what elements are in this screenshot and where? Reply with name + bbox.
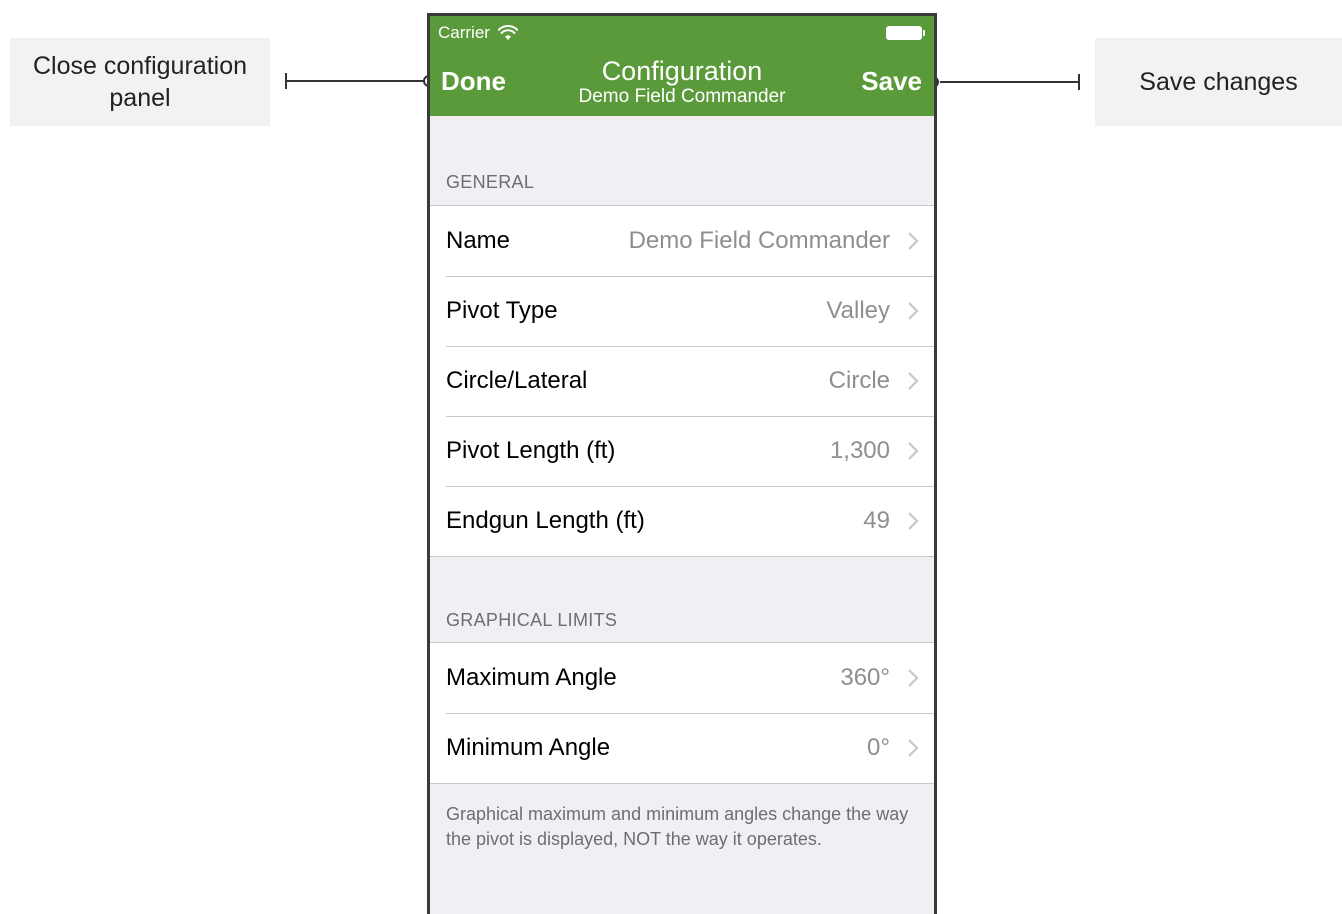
setting-row-endgun-length[interactable]: Endgun Length (ft) 49: [430, 486, 934, 556]
setting-value: 360°: [840, 664, 890, 691]
carrier-info: Carrier: [438, 23, 518, 43]
setting-label: Pivot Type: [446, 297, 558, 324]
section-header-general: GENERAL: [446, 172, 535, 192]
carrier-label: Carrier: [438, 23, 490, 42]
chevron-right-icon: [908, 739, 919, 757]
setting-row-circle-lateral[interactable]: Circle/Lateral Circle: [430, 346, 934, 416]
setting-value: Circle: [828, 367, 890, 394]
chevron-right-icon: [908, 512, 919, 530]
setting-row-minimum-angle[interactable]: Minimum Angle 0°: [430, 713, 934, 783]
wifi-icon: [497, 25, 518, 40]
done-annotation-text: Close configuration panel: [32, 52, 247, 112]
graphical-limits-group: Maximum Angle 360° Minimum Angle 0°: [430, 642, 934, 784]
chevron-right-icon: [908, 669, 919, 687]
chevron-right-icon: [908, 302, 919, 320]
page-subtitle: Demo Field Commander: [578, 86, 786, 107]
setting-row-pivot-type[interactable]: Pivot Type Valley: [430, 276, 934, 346]
save-button[interactable]: Save: [861, 66, 922, 97]
section-header-graphical-limits: GRAPHICAL LIMITS: [446, 610, 618, 630]
setting-value: Demo Field Commander: [628, 227, 890, 254]
setting-value: 49: [863, 507, 890, 534]
battery-level: [886, 26, 922, 40]
save-annotation-callout: Save changes: [1095, 38, 1342, 126]
setting-label: Endgun Length (ft): [446, 507, 645, 534]
general-settings-group: Name Demo Field Commander Pivot Type Val…: [430, 205, 934, 557]
setting-row-name[interactable]: Name Demo Field Commander: [430, 206, 934, 276]
setting-label: Maximum Angle: [446, 664, 617, 691]
chevron-right-icon: [908, 232, 919, 250]
setting-value: Valley: [826, 297, 890, 324]
setting-label: Circle/Lateral: [446, 367, 588, 394]
battery-icon: [886, 25, 926, 41]
setting-row-pivot-length[interactable]: Pivot Length (ft) 1,300: [430, 416, 934, 486]
setting-label: Name: [446, 227, 511, 254]
phone-screen: Carrier Done Configuration Demo Field Co…: [427, 13, 937, 914]
setting-row-maximum-angle[interactable]: Maximum Angle 360°: [430, 643, 934, 713]
done-annotation-leader: [285, 80, 424, 82]
save-annotation-text: Save changes: [1139, 68, 1298, 96]
screenshot-stage: Close configuration panel Save changes C…: [0, 0, 1342, 914]
chevron-right-icon: [908, 372, 919, 390]
chevron-right-icon: [908, 442, 919, 460]
page-title: Configuration: [601, 56, 763, 86]
save-annotation-leader-end: [1078, 74, 1080, 90]
save-annotation-leader: [940, 81, 1080, 83]
battery-tip: [923, 30, 925, 36]
graphical-limits-footer-note: Graphical maximum and minimum angles cha…: [446, 804, 909, 849]
setting-label: Minimum Angle: [446, 734, 611, 761]
setting-label: Pivot Length (ft): [446, 437, 616, 464]
status-bar: Carrier: [438, 22, 926, 44]
done-annotation-callout: Close configuration panel: [10, 38, 270, 126]
navigation-bar: Carrier Done Configuration Demo Field Co…: [430, 16, 934, 116]
setting-value: 0°: [867, 734, 890, 761]
setting-value: 1,300: [829, 437, 890, 464]
